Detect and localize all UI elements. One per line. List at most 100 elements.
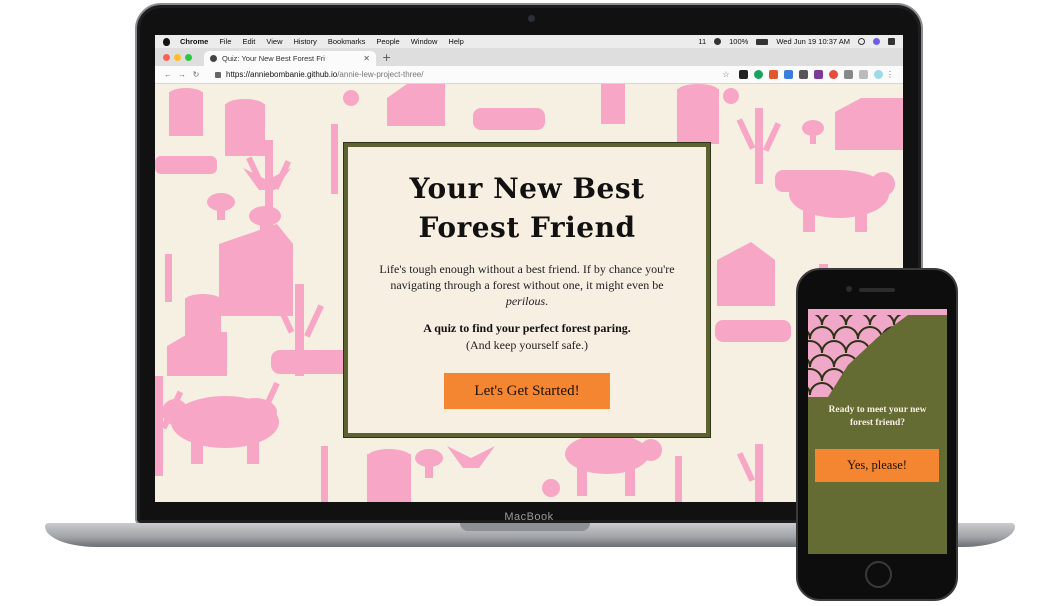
stump-icon bbox=[677, 84, 719, 144]
battery-percent[interactable]: 100% bbox=[729, 37, 748, 46]
quiz-webpage: Your New Best Forest Friend Life's tough… bbox=[155, 84, 903, 502]
menu-view[interactable]: View bbox=[266, 37, 282, 46]
browser-tabbar: Quiz: Your New Best Forest Fri ✕ + bbox=[155, 48, 903, 66]
reload-icon[interactable]: ↻ bbox=[189, 70, 203, 79]
log-icon bbox=[715, 320, 791, 342]
quiz-intro-card: Your New Best Forest Friend Life's tough… bbox=[343, 142, 711, 438]
scale-pattern-decoration bbox=[808, 315, 908, 397]
menu-history[interactable]: History bbox=[294, 37, 317, 46]
bear-icon bbox=[565, 434, 662, 496]
wifi-icon[interactable] bbox=[714, 38, 722, 45]
tab-title: Quiz: Your New Best Forest Fri bbox=[222, 54, 325, 63]
address-bar[interactable]: https://anniebombanie.github.io /annie-l… bbox=[209, 68, 713, 82]
menu-help[interactable]: Help bbox=[448, 37, 463, 46]
minimize-window-icon[interactable] bbox=[174, 53, 181, 61]
menu-edit[interactable]: Edit bbox=[242, 37, 255, 46]
bird-icon bbox=[447, 446, 495, 468]
close-window-icon[interactable] bbox=[163, 53, 170, 61]
globe-icon bbox=[210, 55, 217, 62]
back-icon[interactable]: ← bbox=[161, 70, 175, 79]
cabin-icon bbox=[601, 84, 625, 124]
intro-emphasis: perilous bbox=[505, 294, 546, 308]
tab-quiz[interactable]: Quiz: Your New Best Forest Fri ✕ bbox=[204, 51, 376, 66]
start-quiz-button[interactable]: Let's Get Started! bbox=[444, 373, 610, 409]
mushroom-icon bbox=[415, 449, 443, 478]
quiz-title-line: Forest Friend bbox=[418, 211, 636, 244]
bear-icon bbox=[789, 170, 895, 232]
siri-icon[interactable] bbox=[873, 38, 880, 45]
quiz-title: Your New Best Forest Friend bbox=[348, 169, 706, 247]
apple-icon[interactable] bbox=[163, 37, 170, 46]
extension-icon[interactable] bbox=[754, 70, 763, 79]
log-icon bbox=[271, 350, 351, 374]
phone-question: Ready to meet your new forest friend? bbox=[828, 405, 927, 428]
stump-icon bbox=[367, 449, 411, 502]
mushroom-icon bbox=[207, 193, 235, 220]
bookmark-star-icon[interactable]: ☆ bbox=[719, 70, 733, 79]
laptop-screen: Chrome File Edit View History Bookmarks … bbox=[155, 35, 903, 502]
rabbit-icon bbox=[233, 381, 280, 426]
extension-icon[interactable] bbox=[769, 70, 778, 79]
quiz-note: (And keep yourself safe.) bbox=[466, 338, 588, 352]
log-icon bbox=[473, 108, 545, 130]
extension-icon[interactable] bbox=[829, 70, 838, 79]
stump-icon bbox=[225, 99, 265, 156]
maximize-window-icon[interactable] bbox=[185, 53, 192, 61]
notification-center-icon[interactable] bbox=[888, 38, 895, 45]
profile-avatar-icon[interactable] bbox=[874, 70, 883, 79]
phone-camera bbox=[846, 286, 852, 292]
extension-icon[interactable] bbox=[739, 70, 748, 79]
phone-start-button[interactable]: Yes, please! bbox=[815, 449, 939, 482]
acorn-icon bbox=[542, 479, 560, 497]
cabin-icon bbox=[717, 242, 775, 306]
mac-menubar: Chrome File Edit View History Bookmarks … bbox=[155, 35, 903, 48]
url-path: /annie-lew-project-three/ bbox=[337, 70, 424, 79]
intro-text: Life's tough enough without a best frien… bbox=[379, 262, 675, 292]
url-host: https://anniebombanie.github.io bbox=[226, 70, 338, 79]
mushroom-icon bbox=[802, 120, 824, 144]
phone-screen: Ready to meet your new forest friend? Ye… bbox=[808, 309, 947, 554]
menu-people[interactable]: People bbox=[376, 37, 399, 46]
window-controls bbox=[155, 53, 200, 61]
bare-tree-icon bbox=[675, 456, 682, 502]
acorn-icon bbox=[343, 90, 359, 106]
cabin-icon bbox=[167, 332, 227, 376]
extension-icon[interactable] bbox=[784, 70, 793, 79]
forward-icon[interactable]: → bbox=[175, 70, 189, 79]
browser-toolbar: ← → ↻ https://anniebombanie.github.io /a… bbox=[155, 66, 903, 84]
quiz-title-line: Your New Best bbox=[409, 172, 645, 205]
intro-end: . bbox=[545, 294, 549, 308]
extension-icon[interactable] bbox=[859, 70, 868, 79]
camera-dot bbox=[528, 15, 535, 22]
menu-file[interactable]: File bbox=[219, 37, 231, 46]
spotlight-icon[interactable] bbox=[858, 38, 865, 45]
extension-icon[interactable] bbox=[844, 70, 853, 79]
bare-tree-icon bbox=[736, 444, 763, 502]
extension-icon[interactable] bbox=[814, 70, 823, 79]
laptop-opening-notch bbox=[460, 523, 590, 531]
cabin-icon bbox=[219, 224, 293, 316]
menu-bookmarks[interactable]: Bookmarks bbox=[328, 37, 366, 46]
menu-window[interactable]: Window bbox=[411, 37, 438, 46]
phone: Ready to meet your new forest friend? Ye… bbox=[796, 268, 958, 601]
stump-icon bbox=[169, 88, 203, 136]
cabin-icon bbox=[835, 98, 903, 150]
quiz-intro-text: Life's tough enough without a best frien… bbox=[377, 261, 677, 309]
new-tab-button[interactable]: + bbox=[382, 51, 391, 64]
cabin-icon bbox=[387, 84, 445, 126]
log-icon bbox=[155, 156, 217, 174]
phone-speaker bbox=[859, 288, 895, 292]
clock[interactable]: Wed Jun 19 10:37 AM bbox=[776, 37, 850, 46]
close-tab-icon[interactable]: ✕ bbox=[363, 54, 370, 63]
browser-menu-icon[interactable]: ⋮ bbox=[883, 70, 897, 79]
quiz-tagline: A quiz to find your perfect forest parin… bbox=[423, 321, 631, 335]
bare-tree-icon bbox=[331, 124, 338, 194]
menu-app[interactable]: Chrome bbox=[180, 37, 208, 46]
home-button[interactable] bbox=[865, 561, 892, 588]
bare-tree-icon bbox=[165, 254, 172, 302]
extension-icon[interactable] bbox=[799, 70, 808, 79]
lock-icon bbox=[215, 71, 221, 78]
battery-icon[interactable] bbox=[756, 38, 769, 45]
notification-count[interactable]: 11 bbox=[698, 37, 706, 46]
acorn-icon bbox=[723, 88, 739, 104]
